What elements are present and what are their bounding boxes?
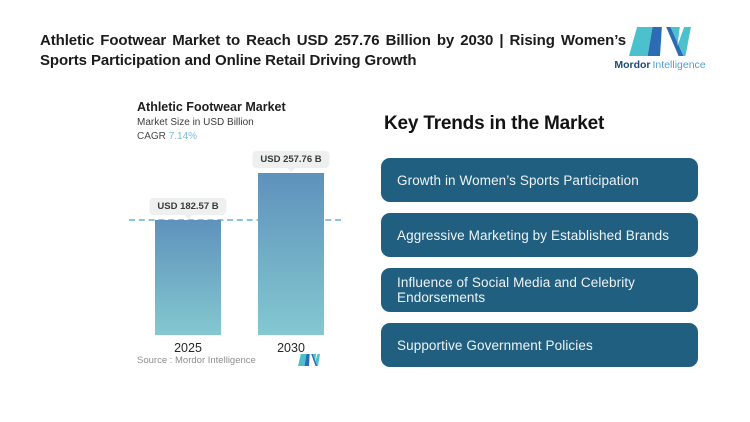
mordor-logo-icon [629,27,691,56]
trend-item-label: Growth in Women’s Sports Participation [397,172,639,188]
bar-chart-plot: USD 182.57 B 2025 USD 257.76 B 2030 [127,98,349,388]
page-title-line1: Athletic Footwear Market to Reach USD 25… [40,32,626,49]
key-trends-heading: Key Trends in the Market [384,113,605,134]
trend-item-label: Supportive Government Policies [397,337,593,353]
trends-list: Growth in Women’s Sports Participation Ag… [381,158,698,367]
chart-source: Source : Mordor Intelligence [137,355,256,366]
page-title: Athletic Footwear Market to Reach USD 25… [40,31,626,70]
bar-value-label: USD 257.76 B [252,151,330,168]
brand-name-bold: Mordor [614,59,651,71]
brand-logo: Mordor Intelligence [608,27,712,71]
trend-item: Growth in Women’s Sports Participation [381,158,698,202]
bar-2030 [258,173,324,335]
trend-item-label: Influence of Social Media and Celebrity … [397,275,636,305]
trend-item: Aggressive Marketing by Established Bran… [381,213,698,257]
brand-name-light: Intelligence [652,59,706,71]
trend-item: Influence of Social Media and Celebrity … [381,268,698,312]
bar-category-label: 2030 [277,341,305,355]
mordor-logo-small-icon [298,354,320,366]
trend-item-label: Aggressive Marketing by Established Bran… [397,227,670,243]
bar-2025 [155,220,221,335]
bar-value-label: USD 182.57 B [149,198,227,215]
page-title-line2: Sports Participation and Online Retail D… [40,51,417,69]
trend-item: Supportive Government Policies [381,323,698,367]
infographic-canvas: Athletic Footwear Market to Reach USD 25… [0,0,750,422]
bar-chart-section: Athletic Footwear Market Market Size in … [127,98,349,388]
brand-name: Mordor Intelligence [614,60,705,71]
bar-category-label: 2025 [174,341,202,355]
